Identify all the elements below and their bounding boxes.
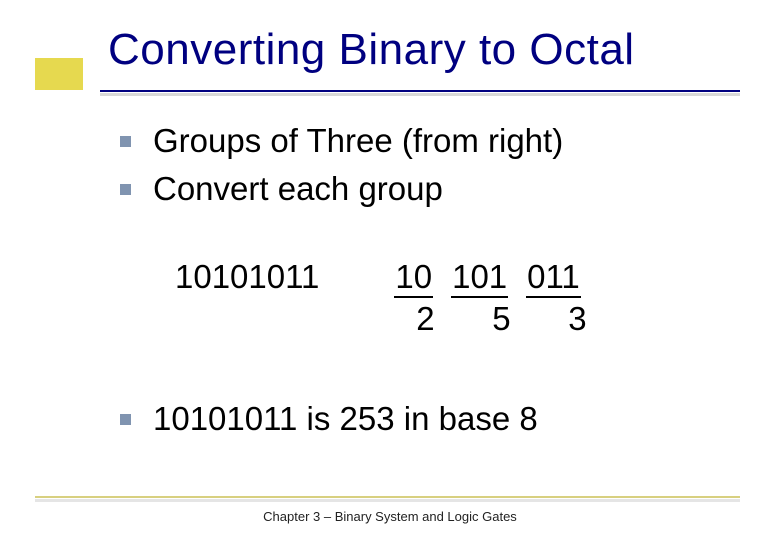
- bullet-item: Groups of Three (from right): [120, 120, 740, 162]
- group-segment: 101: [451, 258, 508, 298]
- bullet-item: Convert each group: [120, 168, 740, 210]
- group-row: 10 101 011: [394, 258, 606, 298]
- octal-digit: 3: [548, 300, 606, 338]
- group-segment: 011: [526, 258, 581, 298]
- footer-line-shadow: [35, 499, 740, 502]
- example-block: 10101011 10 101 011 2 5 3: [175, 258, 606, 338]
- slide-title: Converting Binary to Octal: [108, 25, 635, 75]
- binary-grouped: 10 101 011 2 5 3: [394, 258, 606, 338]
- octal-digit: 2: [404, 300, 446, 338]
- bullet-text: Convert each group: [153, 168, 443, 210]
- group-segment: 10: [394, 258, 433, 298]
- binary-original: 10101011: [175, 258, 319, 338]
- footer-text: Chapter 3 – Binary System and Logic Gate…: [0, 509, 780, 524]
- content-area: Groups of Three (from right) Convert eac…: [120, 120, 740, 216]
- title-underline: [100, 90, 740, 92]
- square-bullet-icon: [120, 136, 131, 147]
- digit-row: 2 5 3: [394, 300, 606, 338]
- footer-line: [35, 496, 740, 498]
- square-bullet-icon: [120, 184, 131, 195]
- title-underline-shadow: [100, 93, 740, 96]
- title-accent: [35, 58, 83, 90]
- conclusion-bullet: 10101011 is 253 in base 8: [120, 398, 538, 440]
- square-bullet-icon: [120, 414, 131, 425]
- bullet-text: Groups of Three (from right): [153, 120, 563, 162]
- conclusion-text: 10101011 is 253 in base 8: [153, 398, 538, 440]
- octal-digit: 5: [472, 300, 530, 338]
